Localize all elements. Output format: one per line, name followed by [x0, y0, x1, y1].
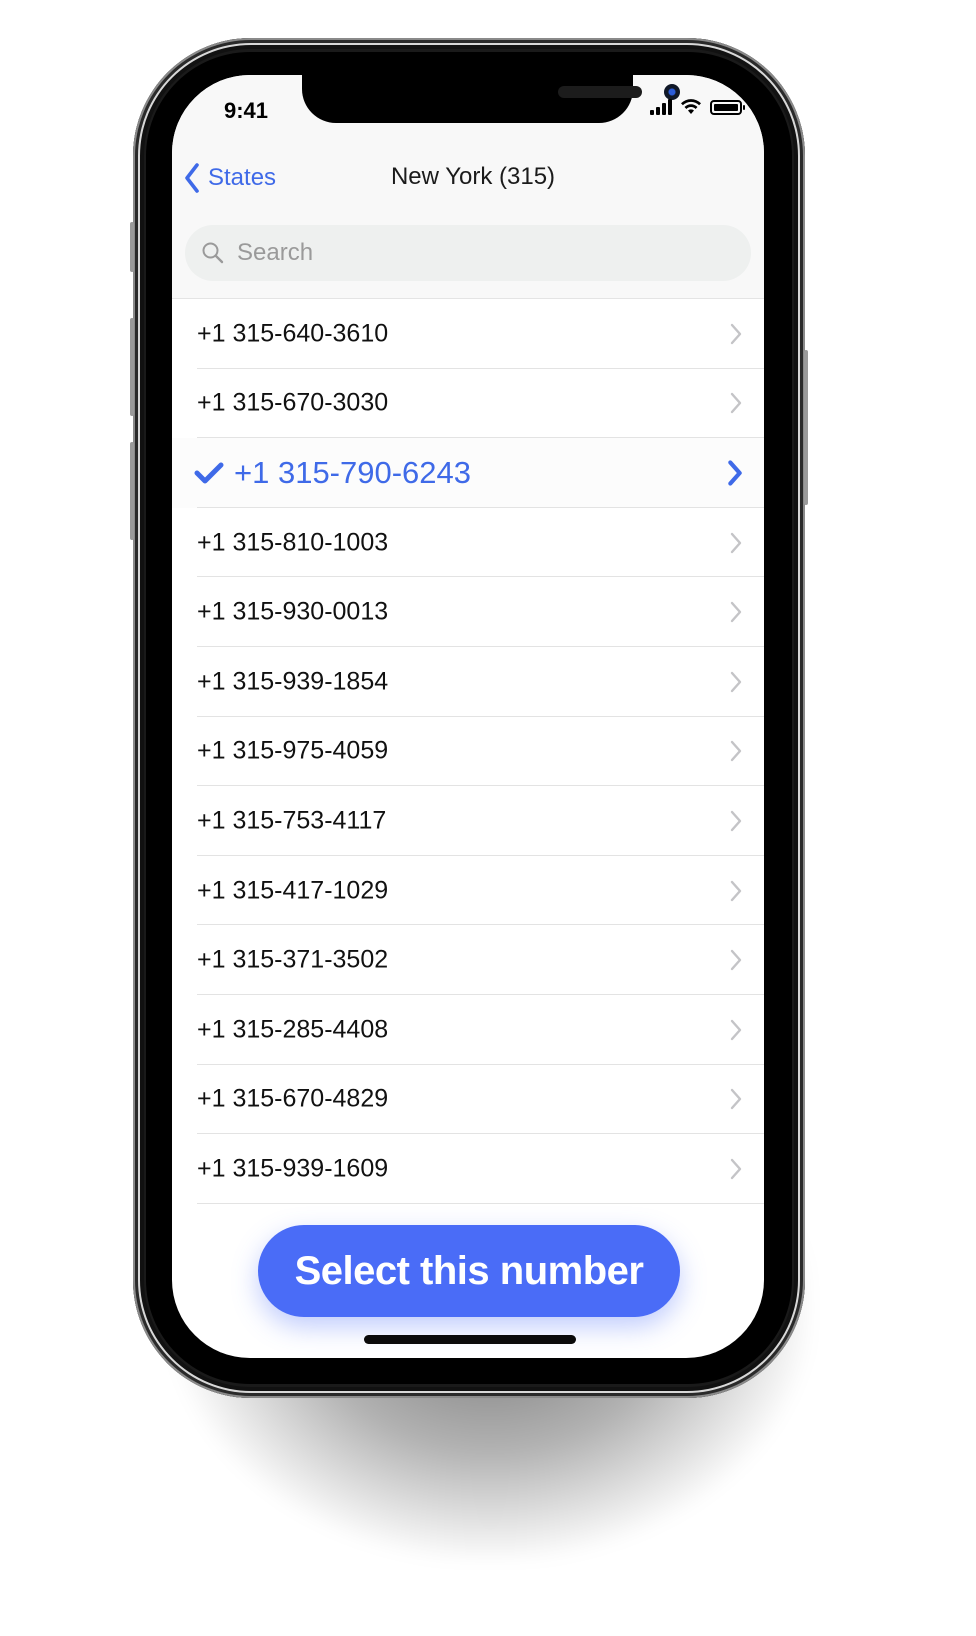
- list-item[interactable]: +1 315-670-4829: [172, 1065, 764, 1135]
- phone-number: +1 315-285-4408: [197, 1015, 389, 1044]
- phone-number-list: +1 315-640-3610 +1 315-670-3030 +1 315-790…: [172, 299, 764, 1204]
- chevron-right-icon: [730, 949, 742, 971]
- search-input[interactable]: [235, 238, 719, 268]
- chevron-right-icon: [730, 671, 742, 692]
- list-item[interactable]: +1 315-810-1003: [172, 508, 764, 578]
- search-bar[interactable]: [185, 225, 751, 281]
- phone-number: +1 315-810-1003: [197, 528, 389, 557]
- phone-number: +1 315-939-1854: [197, 667, 389, 696]
- select-number-button[interactable]: Select this number: [258, 1225, 680, 1317]
- chevron-right-icon: [730, 880, 742, 901]
- phone-number: +1 315-640-3610: [197, 319, 389, 348]
- chevron-right-icon: [730, 601, 742, 623]
- search-icon: [202, 242, 224, 264]
- list-item[interactable]: +1 315-670-3030: [172, 369, 764, 439]
- list-item[interactable]: +1 315-939-1609: [172, 1134, 764, 1204]
- list-item[interactable]: +1 315-930-0013: [172, 577, 764, 647]
- chevron-right-icon: [730, 1158, 742, 1180]
- phone-number: +1 315-371-3502: [197, 945, 389, 974]
- chevron-right-icon: [730, 1089, 742, 1110]
- page-title: New York (315): [390, 163, 556, 190]
- list-item[interactable]: +1 315-371-3502: [172, 925, 764, 995]
- cellular-signal-icon: [650, 99, 672, 115]
- list-item[interactable]: +1 315-285-4408: [172, 995, 764, 1065]
- phone-number: +1 315-930-0013: [197, 597, 389, 626]
- checkmark-icon: [194, 462, 224, 484]
- status-icons: [650, 99, 745, 115]
- phone-number: +1 315-975-4059: [197, 736, 389, 765]
- battery-icon: [710, 99, 745, 115]
- chevron-right-icon: [730, 1019, 742, 1040]
- phone-number: +1 315-670-4829: [197, 1084, 389, 1113]
- phone-number: +1 315-790-6243: [234, 454, 472, 490]
- phone-screen: 9:41 States New York (315) +1 315-640-36…: [172, 75, 764, 1358]
- chevron-right-icon: [730, 532, 742, 553]
- chevron-right-icon: [730, 393, 742, 414]
- front-camera: [664, 84, 680, 100]
- chevron-right-icon: [728, 460, 742, 486]
- status-time: 9:41: [224, 98, 269, 123]
- phone-number: +1 315-417-1029: [197, 876, 389, 905]
- list-item[interactable]: +1 315-939-1854: [172, 647, 764, 717]
- chevron-right-icon: [730, 741, 742, 762]
- notch: [302, 75, 680, 123]
- list-item[interactable]: +1 315-417-1029: [172, 856, 764, 926]
- volume-up-button: [130, 318, 134, 416]
- phone-number: +1 315-753-4117: [197, 806, 387, 835]
- list-item[interactable]: +1 315-640-3610: [172, 299, 764, 369]
- chevron-right-icon: [730, 323, 742, 344]
- mute-switch: [130, 222, 134, 272]
- wifi-icon: [681, 99, 701, 114]
- list-item[interactable]: +1 315-975-4059: [172, 717, 764, 787]
- phone-number: +1 315-939-1609: [197, 1154, 389, 1183]
- phone-number: +1 315-670-3030: [197, 388, 389, 417]
- chevron-right-icon: [730, 810, 742, 832]
- volume-down-button: [130, 442, 134, 540]
- list-item[interactable]: +1 315-753-4117: [172, 786, 764, 856]
- list-item-selected[interactable]: +1 315-790-6243: [172, 438, 764, 508]
- home-indicator: [364, 1335, 576, 1344]
- power-button: [804, 350, 808, 505]
- speaker-grille: [558, 86, 642, 98]
